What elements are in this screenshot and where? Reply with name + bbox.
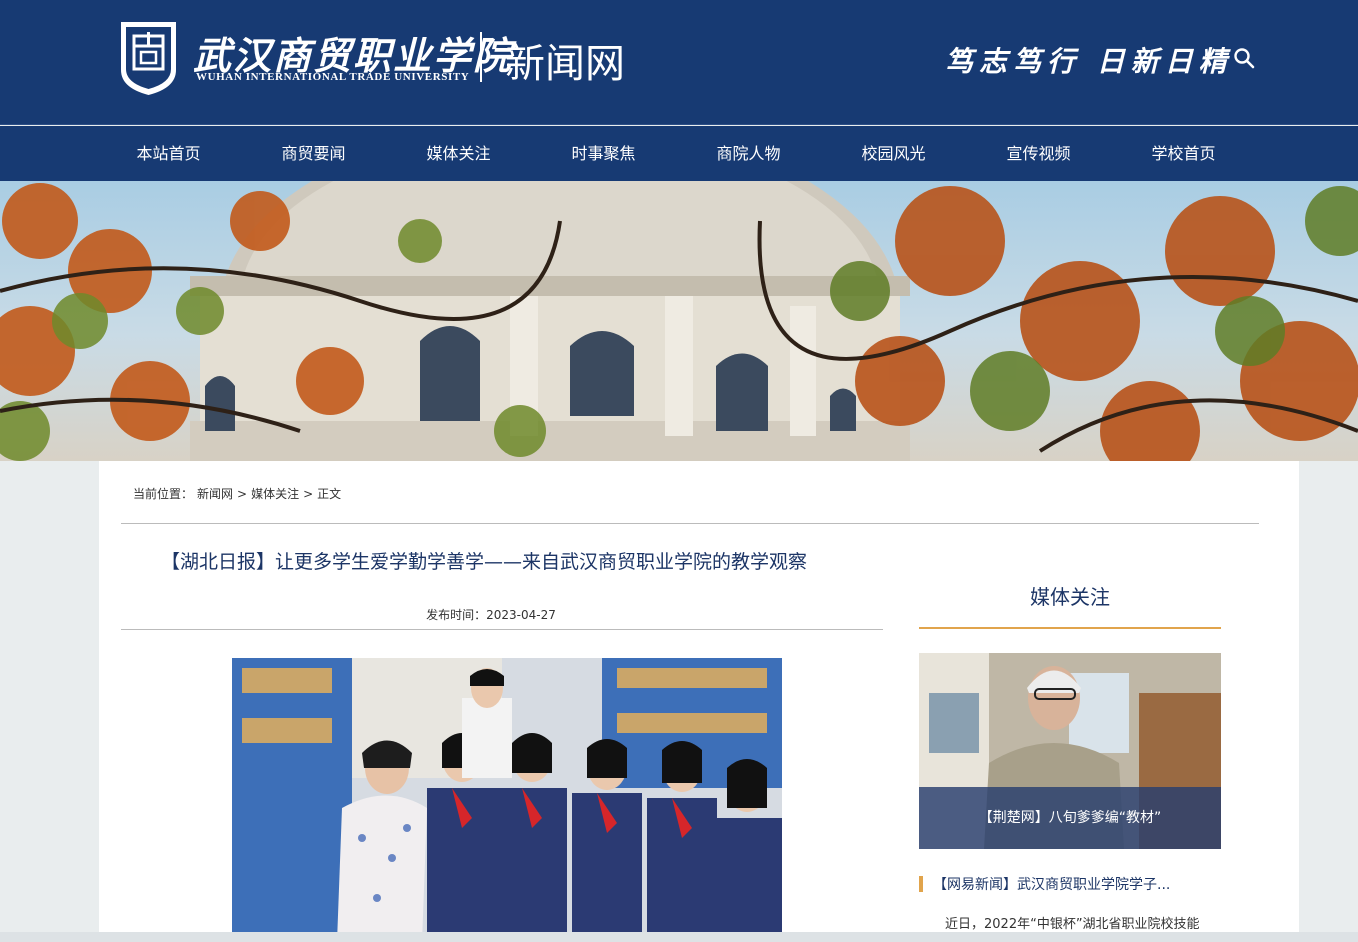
breadcrumb-prefix: 当前位置： [133, 487, 194, 501]
school-emblem-icon[interactable] [117, 18, 180, 98]
photo-scene [232, 658, 782, 942]
breadcrumb: 当前位置： 新闻网 > 媒体关注 > 正文 [133, 485, 345, 502]
divider [121, 629, 883, 630]
search-icon[interactable] [1232, 46, 1256, 70]
breadcrumb-separator: > [237, 487, 248, 501]
nav-item-videos[interactable]: 宣传视频 [966, 126, 1111, 181]
campus-banner-image [0, 181, 1358, 461]
breadcrumb-separator: > [303, 487, 314, 501]
nav-item-home[interactable]: 本站首页 [96, 126, 241, 181]
publish-date: 发布时间：2023-04-27 [99, 606, 883, 623]
banner-scene [0, 181, 1358, 461]
nav-item-people[interactable]: 商院人物 [676, 126, 821, 181]
sidebar-list-item-title[interactable]: 【网易新闻】武汉商贸职业学院学子... [933, 874, 1170, 894]
page-bottom-strip [0, 932, 1358, 942]
sidebar-title: 媒体关注 [1030, 585, 1110, 609]
list-item-marker [919, 876, 923, 892]
nav-item-campus-scenery[interactable]: 校园风光 [821, 126, 966, 181]
breadcrumb-media[interactable]: 媒体关注 [251, 487, 299, 501]
nav-item-school-home[interactable]: 学校首页 [1111, 126, 1256, 181]
site-header: 武汉商贸职业学院 WUHAN INTERNATIONAL TRADE UNIVE… [0, 0, 1358, 125]
sidebar-divider [919, 627, 1221, 629]
school-motto: 笃志笃行 日新日精 [945, 45, 1233, 78]
logo-divider [480, 32, 482, 82]
breadcrumb-news-site[interactable]: 新闻网 [197, 487, 233, 501]
article-title: 【湖北日报】让更多学生爱学勤学善学——来自武汉商贸职业学院的教学观察 [161, 551, 808, 573]
nav-item-media[interactable]: 媒体关注 [386, 126, 531, 181]
content-panel: 当前位置： 新闻网 > 媒体关注 > 正文 【湖北日报】让更多学生爱学勤学善学——来自武汉… [99, 461, 1299, 942]
publish-date-label: 发布时间： [426, 608, 487, 622]
sidebar-feature-card[interactable]: 【荆楚网】八旬爹爹编“教材” [919, 653, 1221, 849]
site-name[interactable]: 新闻网 [505, 31, 625, 89]
article-photo [232, 658, 782, 942]
feature-caption: 【荆楚网】八旬爹爹编“教材” [919, 787, 1221, 849]
sidebar-list-item-summary: 近日，2022年“中银杯”湖北省职业院校技能 [945, 917, 1200, 932]
school-name-en: WUHAN INTERNATIONAL TRADE UNIVERSITY [196, 71, 470, 83]
main-nav: 本站首页 商贸要闻 媒体关注 时事聚焦 商院人物 校园风光 宣传视频 学校首页 [0, 126, 1358, 181]
divider [121, 523, 1259, 524]
publish-date-value: 2023-04-27 [486, 608, 556, 622]
nav-item-trade-news[interactable]: 商贸要闻 [241, 126, 386, 181]
breadcrumb-current: 正文 [317, 487, 342, 501]
nav-item-current-affairs[interactable]: 时事聚焦 [531, 126, 676, 181]
